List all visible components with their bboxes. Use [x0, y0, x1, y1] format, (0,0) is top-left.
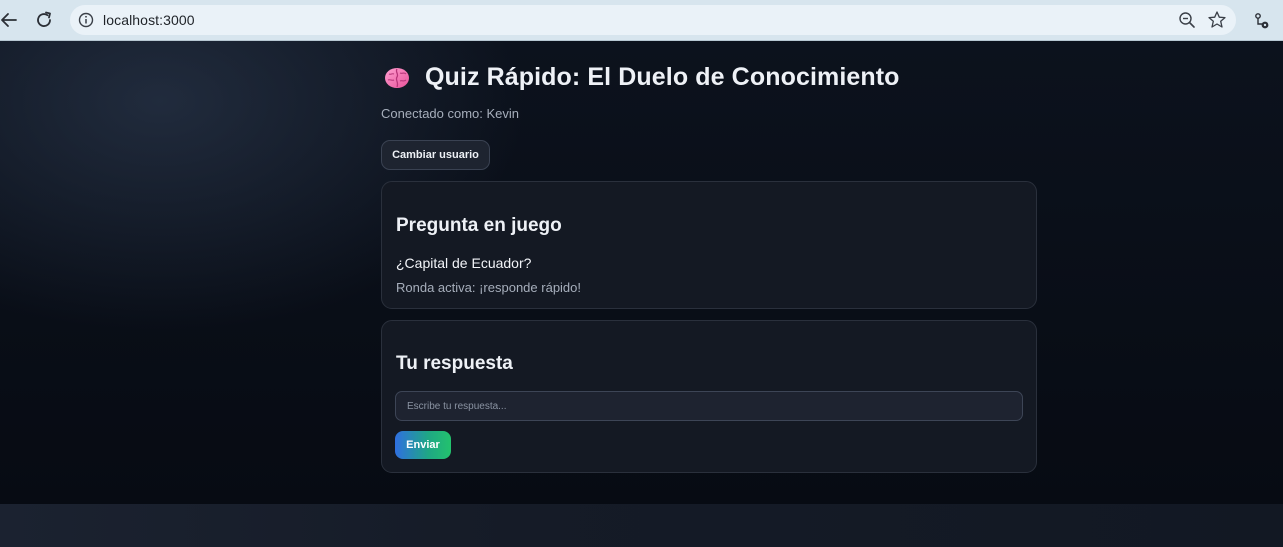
app-title: Quiz Rápido: El Duelo de Conocimiento: [425, 63, 900, 91]
round-status-text: Ronda activa: ¡responde rápido!: [396, 280, 582, 295]
star-icon[interactable]: [1207, 10, 1227, 30]
browser-toolbar: localhost:3000: [0, 0, 1283, 41]
reload-icon: [37, 11, 51, 27]
answer-input[interactable]: [395, 391, 1023, 421]
question-text: ¿Capital de Ecuador?: [396, 255, 532, 271]
zoom-out-icon[interactable]: [1178, 11, 1196, 29]
address-bar[interactable]: localhost:3000: [70, 5, 1236, 35]
brain-icon: [385, 67, 409, 88]
info-icon[interactable]: [78, 12, 94, 28]
page-body: Quiz Rápido: El Duelo de Conocimiento Co…: [0, 41, 1283, 504]
switch-user-button[interactable]: Cambiar usuario: [381, 140, 490, 170]
reload-button[interactable]: [32, 8, 56, 32]
connected-user-text: Conectado como: Kevin: [381, 106, 520, 121]
back-arrow-icon: [1, 13, 17, 27]
extension-icon[interactable]: [1251, 11, 1271, 31]
answer-card-heading: Tu respuesta: [396, 353, 513, 374]
url-text[interactable]: localhost:3000: [103, 12, 195, 28]
send-button[interactable]: Enviar: [395, 431, 451, 459]
question-card: Pregunta en juego ¿Capital de Ecuador? R…: [381, 181, 1037, 309]
answer-card: Tu respuesta Enviar: [381, 320, 1037, 473]
page-footer: [0, 504, 1283, 547]
question-card-heading: Pregunta en juego: [396, 215, 562, 236]
back-button[interactable]: [0, 8, 21, 32]
page-title: Quiz Rápido: El Duelo de Conocimiento: [383, 63, 900, 92]
